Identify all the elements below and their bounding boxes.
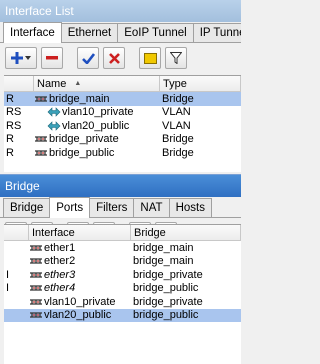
bridge-column-header[interactable]: Bridge (131, 225, 241, 240)
table-row[interactable]: RS vlan20_public VLAN (4, 119, 241, 133)
table-row[interactable]: ether2 bridge_main (4, 255, 241, 269)
interface-table: Name ▲ Type R bridge_main Bridge RS vlan… (4, 75, 241, 172)
table-row[interactable]: I ether4 bridge_public (4, 282, 241, 296)
row-bridge: bridge_public (133, 309, 199, 322)
row-interface: ether1 (44, 241, 76, 254)
tab-ip-tunnel[interactable]: IP Tunnel (192, 23, 241, 42)
row-flags: R (6, 133, 14, 146)
table-row[interactable]: ether1 bridge_main (4, 241, 241, 255)
plus-icon (11, 52, 23, 64)
comment-button[interactable] (139, 47, 161, 69)
tab-hosts[interactable]: Hosts (168, 198, 212, 217)
ports-rows: ether1 bridge_main ether2 bridge_main I … (4, 241, 241, 322)
interface-list-titlebar[interactable]: Interface List (0, 0, 241, 22)
row-flags: RS (6, 106, 22, 119)
row-interface: vlan20_public (44, 309, 112, 322)
remove-button[interactable] (41, 47, 63, 69)
interface-tabs: Interface Ethernet EoIP Tunnel IP Tunnel (0, 22, 241, 43)
type-column-header[interactable]: Type (160, 76, 241, 91)
row-interface: vlan10_private (44, 295, 116, 308)
table-row[interactable]: vlan10_private bridge_private (4, 295, 241, 309)
row-bridge: bridge_main (133, 255, 194, 268)
name-column-label: Name (37, 77, 67, 90)
ports-table-header: Interface Bridge (4, 225, 241, 241)
dropdown-arrow-icon (25, 56, 31, 60)
window-title: Bridge (5, 179, 40, 193)
interface-toolbar (0, 43, 241, 73)
ports-table: Interface Bridge ether1 bridge_main ethe… (4, 224, 241, 364)
row-interface: ether3 (44, 268, 76, 281)
row-interface: ether2 (44, 255, 76, 268)
interface-column-header[interactable]: Interface (29, 225, 131, 240)
name-column-header[interactable]: Name ▲ (34, 76, 160, 91)
row-flags: RS (6, 119, 22, 132)
interface-list-window: Interface List Interface Ethernet EoIP T… (0, 0, 241, 172)
checkmark-icon (81, 52, 95, 64)
row-type: Bridge (162, 92, 194, 105)
tab-bridge[interactable]: Bridge (3, 198, 51, 217)
row-bridge: bridge_main (133, 241, 194, 254)
port-icon (30, 285, 42, 291)
port-icon (30, 312, 42, 318)
row-name: bridge_main (49, 92, 110, 105)
port-icon (30, 272, 42, 278)
add-button[interactable] (5, 47, 37, 69)
row-type: Bridge (162, 146, 194, 159)
row-flags: R (6, 146, 14, 159)
vlan-icon (47, 107, 61, 117)
interface-table-header: Name ▲ Type (4, 76, 241, 92)
table-row[interactable]: R bridge_private Bridge (4, 133, 241, 147)
table-row[interactable]: vlan20_public bridge_public (4, 308, 241, 322)
bridge-tabs: Bridge Ports Filters NAT Hosts (0, 197, 241, 218)
tab-ports[interactable]: Ports (49, 197, 91, 218)
row-flags: R (6, 92, 14, 105)
flags-column-header[interactable] (4, 225, 29, 240)
bridge-window: Bridge Bridge Ports Filters NAT Hosts In… (0, 174, 241, 364)
window-title: Interface List (5, 4, 74, 18)
row-flags: I (6, 268, 10, 281)
tab-interface[interactable]: Interface (3, 22, 62, 43)
row-flags: I (6, 282, 10, 295)
row-name: vlan10_private (62, 106, 134, 119)
row-bridge: bridge_private (133, 268, 203, 281)
row-bridge: bridge_private (133, 295, 203, 308)
table-row[interactable]: R bridge_main Bridge (4, 92, 241, 106)
filter-button[interactable] (165, 47, 187, 69)
tab-nat[interactable]: NAT (133, 198, 170, 217)
bridge-icon (35, 96, 47, 102)
vlan-icon (47, 121, 61, 131)
x-icon (108, 52, 120, 64)
minus-icon (46, 56, 58, 60)
enable-button[interactable] (77, 47, 99, 69)
table-row[interactable]: R bridge_public Bridge (4, 146, 241, 160)
bridge-titlebar[interactable]: Bridge (0, 175, 241, 197)
row-name: vlan20_public (62, 119, 130, 132)
interface-rows: R bridge_main Bridge RS vlan10_private V… (4, 92, 241, 160)
tab-eoip-tunnel[interactable]: EoIP Tunnel (117, 23, 194, 42)
row-type: Bridge (162, 133, 194, 146)
row-type: VLAN (162, 119, 191, 132)
disable-button[interactable] (103, 47, 125, 69)
port-icon (30, 245, 42, 251)
filter-icon (170, 52, 182, 64)
bridge-icon (35, 150, 47, 156)
port-icon (30, 258, 42, 264)
sort-arrow-icon: ▲ (74, 80, 82, 87)
tab-ethernet[interactable]: Ethernet (60, 23, 119, 42)
note-icon (143, 52, 157, 64)
tab-filters[interactable]: Filters (89, 198, 135, 217)
port-icon (30, 299, 42, 305)
row-bridge: bridge_public (133, 282, 199, 295)
table-row[interactable]: RS vlan10_private VLAN (4, 106, 241, 120)
row-interface: ether4 (44, 282, 76, 295)
row-name: bridge_private (49, 133, 119, 146)
bridge-icon (35, 136, 47, 142)
flags-column-header[interactable] (4, 76, 34, 91)
table-row[interactable]: I ether3 bridge_private (4, 268, 241, 282)
row-name: bridge_public (49, 146, 115, 159)
row-type: VLAN (162, 106, 191, 119)
